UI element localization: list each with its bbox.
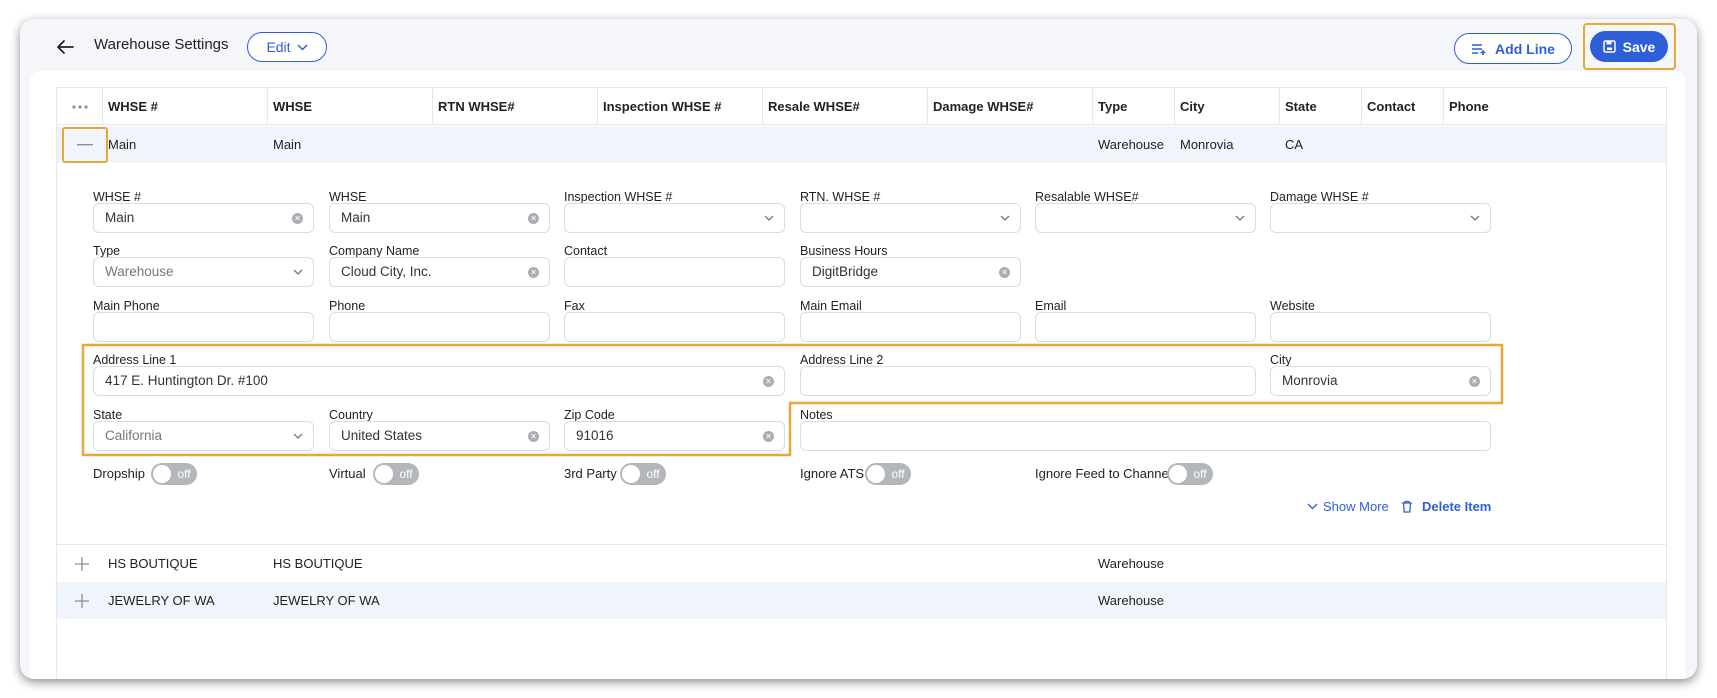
chevron-down-icon xyxy=(1307,503,1318,510)
toggle-state: off xyxy=(891,467,905,481)
save-highlight: Save xyxy=(1583,23,1676,70)
floppy-disk-icon xyxy=(1602,40,1616,53)
ignore-feed-label: Ignore Feed to Channel xyxy=(1035,466,1172,481)
column-header-resale-whse[interactable]: Resale WHSE# xyxy=(763,88,928,125)
page-header: Warehouse Settings Edit Add Line Save xyxy=(20,19,1697,75)
add-list-icon xyxy=(1472,43,1486,55)
dropship-toggle[interactable]: off xyxy=(151,463,197,485)
warehouse-grid: WHSE # WHSE RTN WHSE# Inspection WHSE # … xyxy=(56,87,1667,679)
delete-item-label: Delete Item xyxy=(1422,499,1492,514)
column-header-whse-no[interactable]: WHSE # xyxy=(103,88,268,125)
back-arrow-icon[interactable] xyxy=(54,36,76,58)
plus-icon xyxy=(75,593,89,608)
chevron-down-icon xyxy=(297,43,308,51)
cell-whse-no: JEWELRY OF WA xyxy=(108,593,215,608)
toggle-state: off xyxy=(1193,467,1207,481)
third-party-toggle[interactable]: off xyxy=(620,463,666,485)
ignore-ats-label: Ignore ATS xyxy=(800,466,865,481)
toggle-state: off xyxy=(646,467,660,481)
save-label: Save xyxy=(1622,38,1656,55)
cell-city: Monrovia xyxy=(1180,137,1234,152)
app-window: Warehouse Settings Edit Add Line Save WH… xyxy=(20,19,1697,679)
third-party-label: 3rd Party xyxy=(564,466,617,481)
cell-whse: Main xyxy=(273,137,302,152)
column-header-state[interactable]: State xyxy=(1280,88,1362,125)
column-header-inspection-whse[interactable]: Inspection WHSE # xyxy=(598,88,763,125)
edit-dropdown-button[interactable]: Edit xyxy=(247,32,327,62)
add-line-label: Add Line xyxy=(1495,40,1555,57)
delete-item-button[interactable]: Delete Item xyxy=(1401,499,1491,514)
ignore-feed-toggle[interactable]: off xyxy=(1167,463,1213,485)
trash-icon xyxy=(1402,500,1412,513)
collapse-row-button[interactable] xyxy=(62,127,108,163)
content-panel: WHSE # WHSE RTN WHSE# Inspection WHSE # … xyxy=(30,71,1685,679)
column-header-phone[interactable]: Phone xyxy=(1444,88,1666,125)
table-row[interactable]: JEWELRY OF WA JEWELRY OF WA Warehouse xyxy=(57,582,1666,619)
dropship-label: Dropship xyxy=(93,466,146,481)
column-header-type[interactable]: Type xyxy=(1093,88,1175,125)
page-title: Warehouse Settings xyxy=(94,36,229,53)
virtual-toggle[interactable]: off xyxy=(373,463,419,485)
column-header-city[interactable]: City xyxy=(1175,88,1280,125)
column-header-rtn-whse[interactable]: RTN WHSE# xyxy=(433,88,598,125)
column-options-icon[interactable] xyxy=(57,88,103,125)
show-more-label: Show More xyxy=(1323,499,1389,514)
row-detail-form: WHSE # Main ✕ WHSE Main ✕ Inspection WHS… xyxy=(57,163,1666,545)
cell-whse-no: Main xyxy=(108,137,137,152)
table-row[interactable]: HS BOUTIQUE HS BOUTIQUE Warehouse xyxy=(57,545,1666,582)
virtual-label: Virtual xyxy=(329,466,366,481)
edit-label: Edit xyxy=(266,39,291,55)
ignore-ats-toggle[interactable]: off xyxy=(865,463,911,485)
column-header-whse[interactable]: WHSE xyxy=(268,88,433,125)
expand-row-button[interactable] xyxy=(62,582,102,619)
show-more-link[interactable]: Show More xyxy=(1307,499,1389,514)
cell-whse: HS BOUTIQUE xyxy=(273,556,363,571)
toggle-state: off xyxy=(399,467,413,481)
save-button[interactable]: Save xyxy=(1590,31,1668,62)
column-header-damage-whse[interactable]: Damage WHSE# xyxy=(928,88,1093,125)
add-line-button[interactable]: Add Line xyxy=(1454,33,1572,64)
cell-type: Warehouse xyxy=(1098,556,1164,571)
cell-type: Warehouse xyxy=(1098,137,1164,152)
table-row[interactable]: Main Main Warehouse Monrovia CA xyxy=(57,126,1666,163)
minus-icon xyxy=(77,144,93,146)
cell-whse: JEWELRY OF WA xyxy=(273,593,380,608)
grid-header-row: WHSE # WHSE RTN WHSE# Inspection WHSE # … xyxy=(57,88,1666,125)
cell-state: CA xyxy=(1285,137,1304,152)
column-header-contact[interactable]: Contact xyxy=(1362,88,1444,125)
plus-icon xyxy=(75,556,89,571)
address-highlight xyxy=(81,343,1504,457)
toggle-state: off xyxy=(177,467,191,481)
expand-row-button[interactable] xyxy=(62,545,102,582)
cell-type: Warehouse xyxy=(1098,593,1164,608)
cell-whse-no: HS BOUTIQUE xyxy=(108,556,198,571)
